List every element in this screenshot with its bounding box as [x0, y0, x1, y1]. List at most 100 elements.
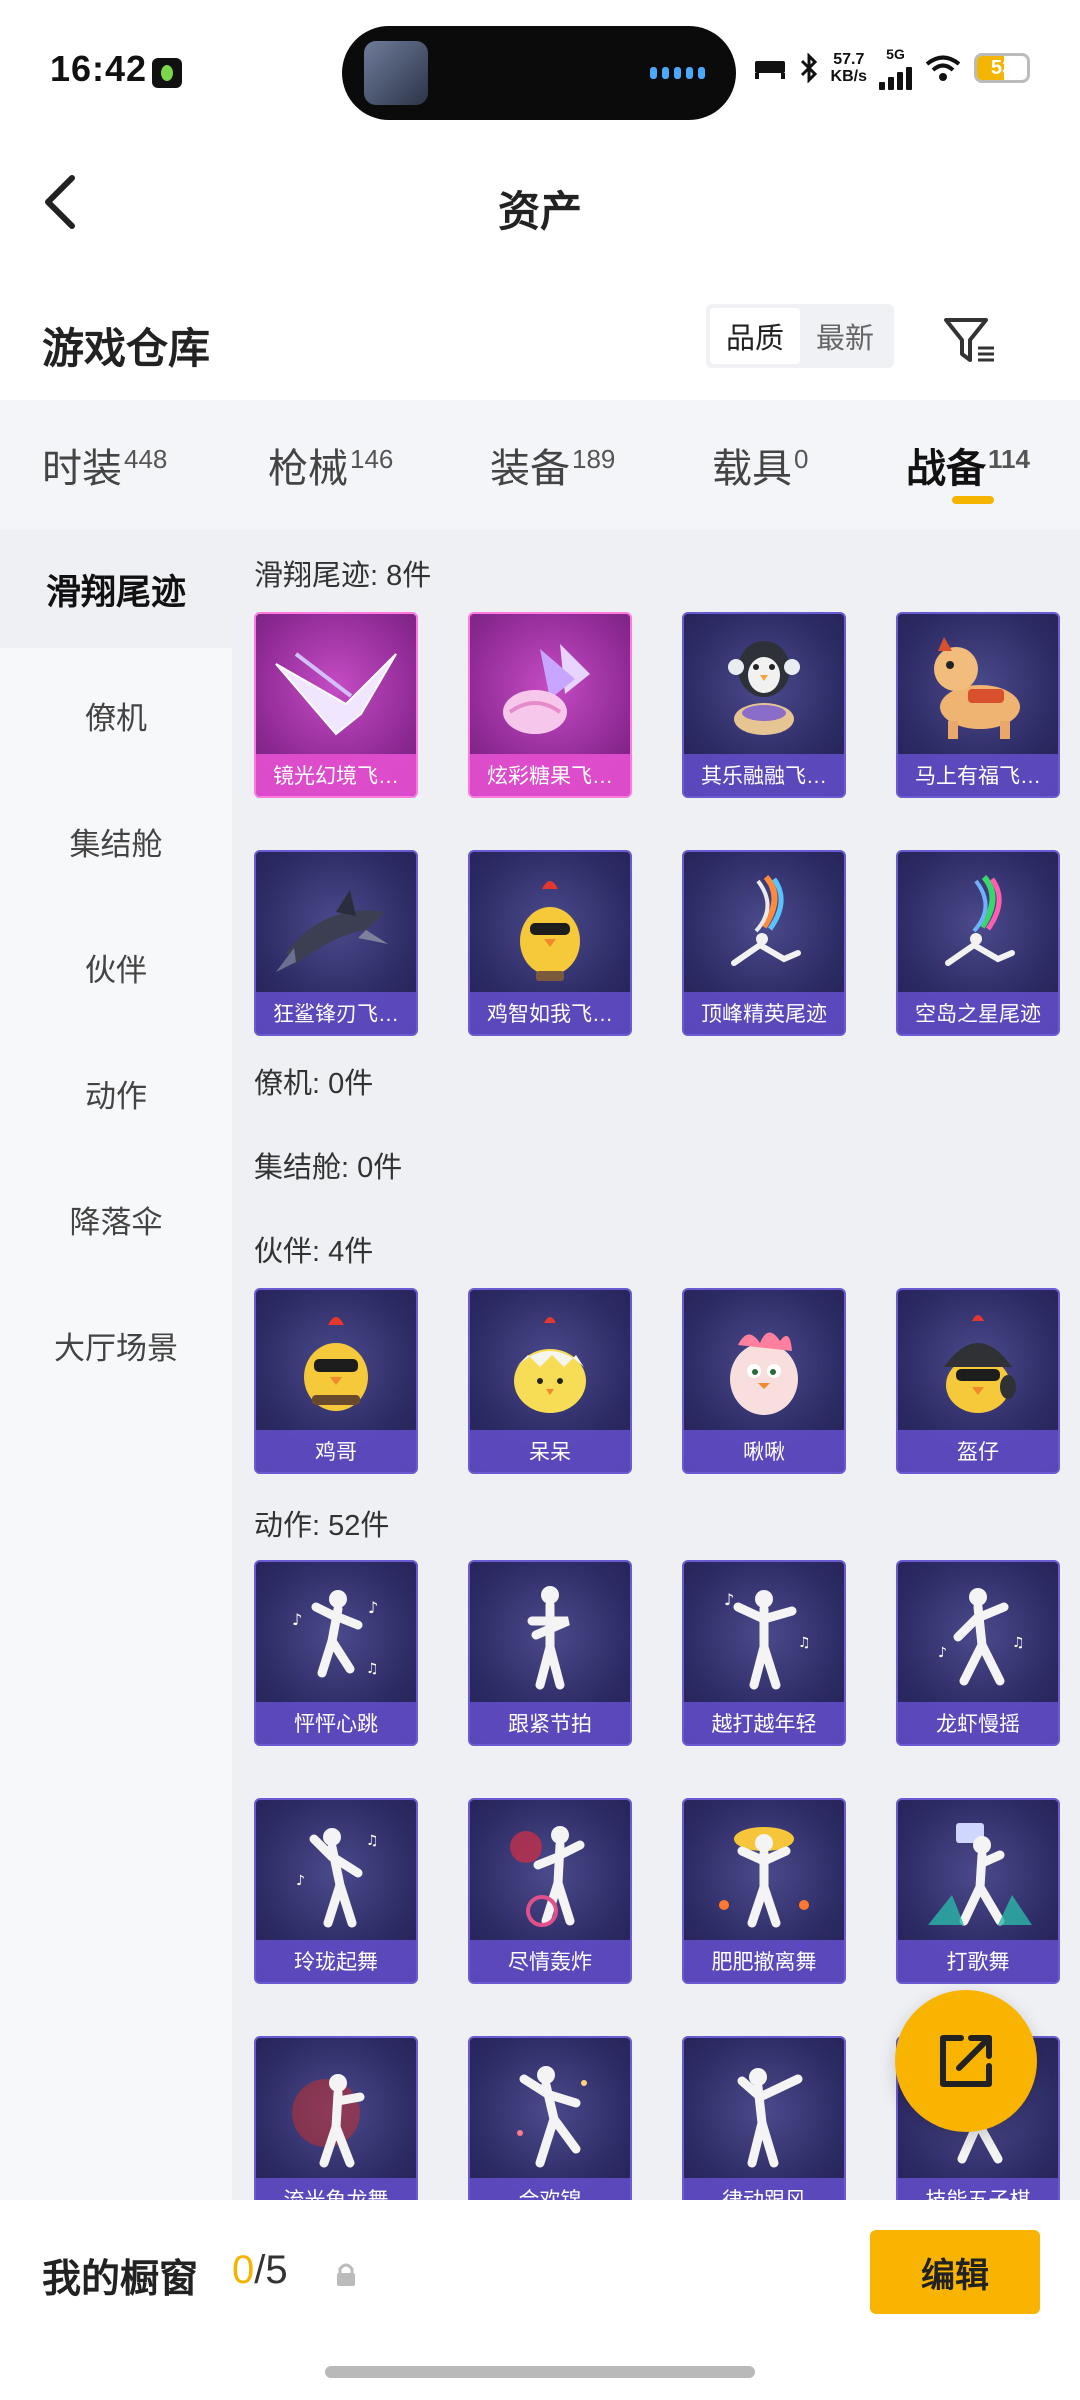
dance-pose-icon [684, 2048, 844, 2178]
item-card[interactable]: 盔仔 [896, 1288, 1060, 1474]
item-card[interactable]: 跟紧节拍 [468, 1560, 632, 1746]
item-card[interactable]: 肥肥撤离舞 [682, 1798, 846, 1984]
group-label-wingman: 僚机: 0件 [254, 1068, 374, 1100]
item-card[interactable]: ♪ ♪ ♫ 怦怦心跳 [254, 1560, 418, 1746]
item-name: 技能五子棋 [898, 2178, 1058, 2200]
filter-icon[interactable] [940, 310, 1000, 370]
nav-bar: 资产 [0, 140, 1080, 270]
dance-pose-icon [256, 2048, 416, 2178]
dance-pose-icon: ♪ ♫ [684, 1572, 844, 1702]
warehouse-header: 游戏仓库 品质 最新 [0, 270, 1080, 400]
item-card[interactable]: 顶峰精英尾迹 [682, 850, 846, 1036]
item-name: 盔仔 [898, 1430, 1058, 1472]
item-card[interactable]: 律动跟风 [682, 2036, 846, 2200]
item-name: 怦怦心跳 [256, 1702, 416, 1744]
item-card[interactable]: 狂鲨锋刃飞… [254, 850, 418, 1036]
elite-trail-icon [684, 862, 844, 992]
tab-fashion[interactable]: 时装448 [42, 436, 167, 494]
sidebar-item-emote[interactable]: 动作 [0, 1034, 232, 1152]
media-thumbnail [364, 41, 428, 105]
group-label-emote: 动作: 52件 [254, 1510, 390, 1542]
item-name: 炫彩糖果飞… [470, 754, 630, 796]
item-card[interactable]: 尽情轰炸 [468, 1798, 632, 1984]
item-card[interactable]: 鸡智如我飞… [468, 850, 632, 1036]
dance-pose-icon: ♪ ♪ ♫ [256, 1572, 416, 1702]
item-card[interactable]: 鸡哥 [254, 1288, 418, 1474]
item-card[interactable]: 呆呆 [468, 1288, 632, 1474]
svg-text:♫: ♫ [798, 1635, 811, 1651]
content-area: 滑翔尾迹 僚机 集结舱 伙伴 动作 降落伞 大厅场景 滑翔尾迹: 8件 镜光幻境… [0, 530, 1080, 2200]
audio-wave-icon [650, 66, 710, 80]
item-card[interactable]: ♪ ♫ 越打越年轻 [682, 1560, 846, 1746]
item-name: 呆呆 [470, 1430, 630, 1472]
wifi-icon [925, 55, 961, 81]
svg-text:♪: ♪ [368, 1598, 378, 1617]
item-grid: 滑翔尾迹: 8件 镜光幻境飞… 炫彩糖果飞… 其乐融融飞… 马上有福飞… 狂鲨锋… [232, 530, 1080, 2200]
item-card[interactable]: ♪ ♫ 玲珑起舞 [254, 1798, 418, 1984]
item-card[interactable]: 流光魚龙舞 [254, 2036, 418, 2200]
item-name: 合欢锦 [470, 2178, 630, 2200]
share-button[interactable] [895, 1990, 1037, 2132]
edit-button[interactable]: 编辑 [870, 2230, 1040, 2314]
island-star-trail-icon [898, 862, 1058, 992]
candy-icon [470, 624, 630, 754]
svg-text:♪: ♪ [938, 1645, 947, 1661]
group-label-rally: 集结舱: 0件 [254, 1152, 403, 1184]
tab-weapons[interactable]: 枪械146 [268, 436, 393, 494]
shark-blade-icon [256, 862, 416, 992]
showcase-label: 我的橱窗 [42, 2258, 199, 2301]
dance-pose-icon: ♪ ♫ [898, 1572, 1058, 1702]
item-name: 狂鲨锋刃飞… [256, 992, 416, 1034]
chick-egg-icon [470, 1300, 630, 1430]
sidebar-item-parachute[interactable]: 降落伞 [0, 1160, 232, 1278]
item-name: 龙虾慢摇 [898, 1702, 1058, 1744]
sidebar-item-wingman[interactable]: 僚机 [0, 656, 232, 774]
item-name: 尽情轰炸 [470, 1940, 630, 1982]
bird-pink-icon [684, 1300, 844, 1430]
tab-vehicles[interactable]: 载具0 [712, 436, 808, 494]
tab-equipment[interactable]: 装备189 [490, 436, 615, 494]
item-name: 鸡智如我飞… [470, 992, 630, 1034]
penguin-icon [684, 624, 844, 754]
svg-text:♪: ♪ [724, 1590, 734, 1609]
network-speed: 57.7 KB/s [830, 51, 867, 85]
item-name: 马上有福飞… [898, 754, 1058, 796]
item-card[interactable]: 空岛之星尾迹 [896, 850, 1060, 1036]
status-icons: 57.7 KB/s 5G 53 [753, 46, 1030, 90]
item-card[interactable]: 马上有福飞… [896, 612, 1060, 798]
item-card[interactable]: 打歌舞 [896, 1798, 1060, 1984]
sidebar-item-lobby-scene[interactable]: 大厅场景 [0, 1286, 232, 1404]
item-name: 流光魚龙舞 [256, 2178, 416, 2200]
active-tab-indicator [952, 496, 994, 504]
item-name: 其乐融融飞… [684, 754, 844, 796]
item-name: 顶峰精英尾迹 [684, 992, 844, 1034]
sidebar: 滑翔尾迹 僚机 集结舱 伙伴 动作 降落伞 大厅场景 [0, 530, 232, 2200]
item-name: 镜光幻境飞… [256, 754, 416, 796]
bed-icon [754, 61, 785, 79]
status-time: 16:42 [50, 48, 148, 89]
dynamic-island[interactable] [342, 26, 736, 120]
item-card[interactable]: 炫彩糖果飞… [468, 612, 632, 798]
svg-text:♫: ♫ [1012, 1635, 1025, 1651]
helmet-chick-icon [898, 1300, 1058, 1430]
home-indicator[interactable] [325, 2366, 755, 2378]
sort-newest-button[interactable]: 最新 [800, 308, 890, 364]
group-label-partner: 伙伴: 4件 [254, 1236, 374, 1268]
sidebar-item-partner[interactable]: 伙伴 [0, 908, 232, 1026]
sidebar-item-rally-pod[interactable]: 集结舱 [0, 782, 232, 900]
item-card[interactable]: 其乐融融飞… [682, 612, 846, 798]
dance-pose-icon [684, 1810, 844, 1940]
share-icon [940, 2035, 992, 2087]
item-card[interactable]: 镜光幻境飞… [254, 612, 418, 798]
sidebar-item-glide-trail[interactable]: 滑翔尾迹 [0, 530, 232, 648]
category-tabs: 时装448 枪械146 装备189 载具0 战备114 [0, 400, 1080, 530]
item-card[interactable]: 啾啾 [682, 1288, 846, 1474]
sort-quality-button[interactable]: 品质 [710, 308, 800, 364]
item-name: 空岛之星尾迹 [898, 992, 1058, 1034]
tab-battle-prep[interactable]: 战备114 [906, 436, 1030, 494]
item-card[interactable]: ♪ ♫ 龙虾慢摇 [896, 1560, 1060, 1746]
svg-text:♪: ♪ [292, 1610, 302, 1629]
signal-icon: 5G [879, 46, 912, 90]
dance-pose-icon [898, 1810, 1058, 1940]
item-card[interactable]: 合欢锦 [468, 2036, 632, 2200]
